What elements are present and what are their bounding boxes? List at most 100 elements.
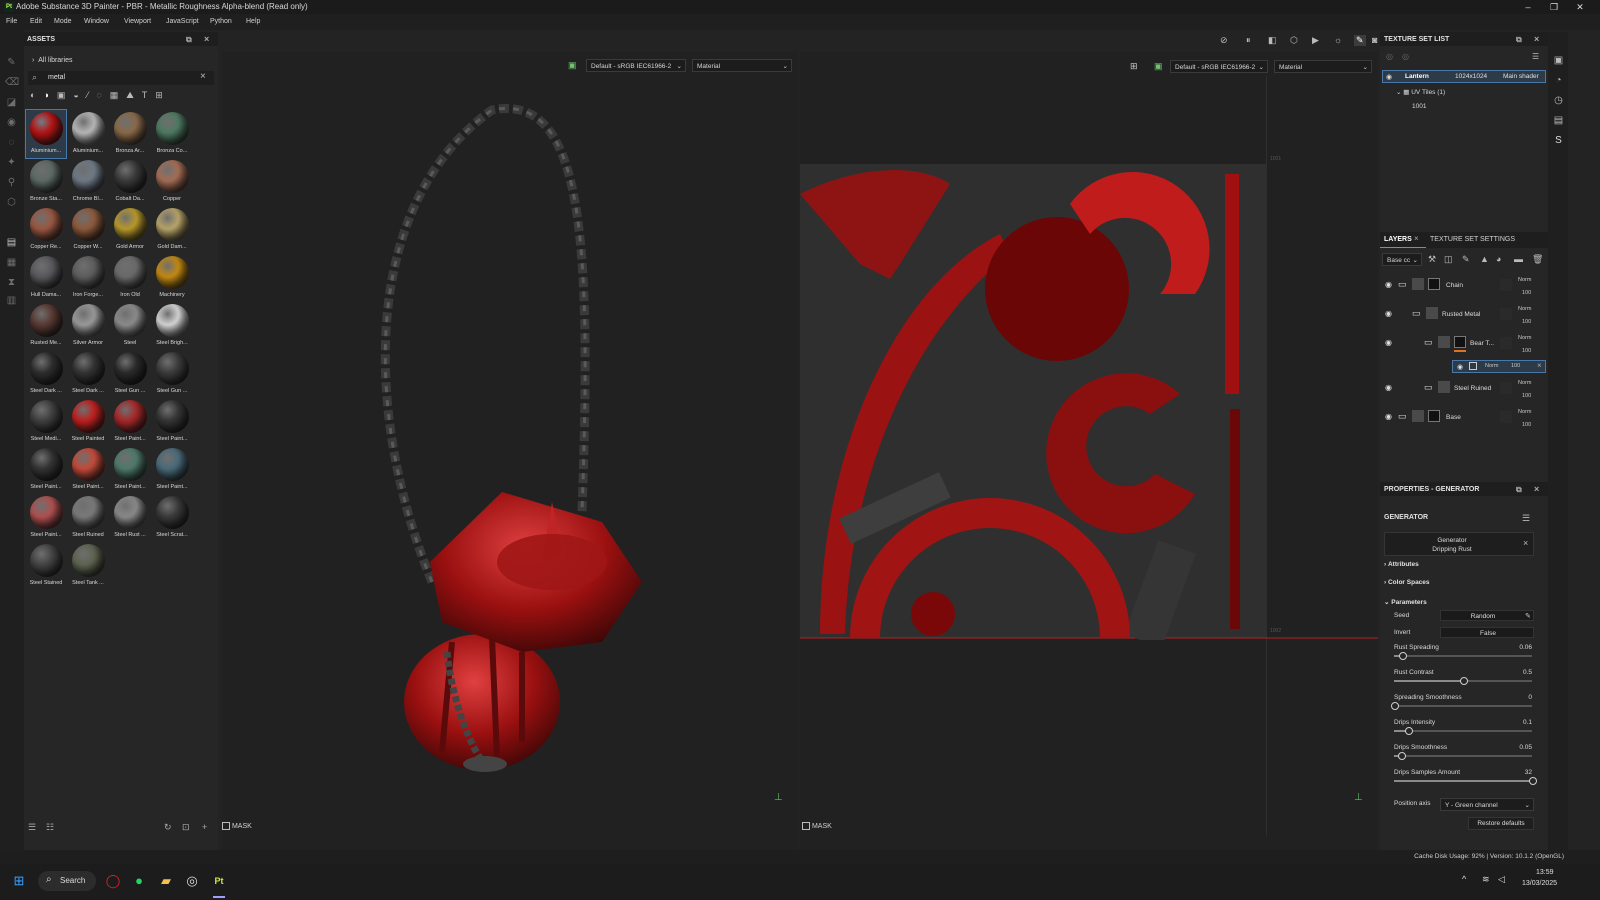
history-icon[interactable]: ◷ (1552, 94, 1565, 107)
clock-date[interactable]: 13/03/2025 (1522, 880, 1557, 887)
spotify-icon[interactable]: ● (128, 870, 150, 892)
material-thumbnail[interactable]: Steel Brigh... (152, 302, 192, 350)
cube-view-icon[interactable]: ⬡ (1290, 35, 1298, 46)
layer-opacity[interactable]: 100 (1522, 348, 1531, 354)
filter-particles-icon[interactable]: ◌ (96, 90, 109, 100)
eye-icon[interactable]: ◉ (1385, 383, 1392, 392)
webcam-icon[interactable]: ◎ (181, 870, 203, 892)
eye-icon[interactable]: ◉ (1386, 73, 1392, 81)
search-input[interactable]: metal (48, 74, 65, 81)
texture-set-icon[interactable]: ▣ (1552, 54, 1565, 67)
slider-value[interactable]: 0.06 (1519, 644, 1532, 651)
lighting-icon[interactable]: ☼ (1334, 35, 1342, 45)
paint-brush-icon[interactable]: ✎ (5, 56, 18, 69)
polygon-fill-icon[interactable]: ⬡ (5, 196, 18, 209)
material-thumbnail[interactable]: Bronza Ar... (110, 110, 150, 158)
detail-view-icon[interactable]: ☷ (46, 822, 54, 833)
slider-value[interactable]: 0 (1528, 694, 1532, 701)
menu-icon[interactable]: ☰ (1532, 52, 1539, 61)
layer-row[interactable]: ◉ ▭ Rusted Metal Norm 100 (1382, 301, 1548, 329)
texture-set-row[interactable]: ◉ Lantern 1024x1024 Main shader (1382, 70, 1546, 83)
display-settings-icon[interactable]: ▣ (1154, 61, 1163, 72)
blend-mode[interactable]: Norm (1518, 380, 1531, 386)
paint-mode-icon[interactable]: ✎ (1354, 35, 1366, 46)
slider-handle[interactable] (1460, 677, 1468, 685)
close-panel-icon[interactable]: × (204, 34, 209, 44)
group-attributes[interactable]: › Attributes (1384, 561, 1419, 568)
colorspace-dropdown-2d[interactable]: Default - sRGB IEC61966-2 ⌄ (1170, 60, 1268, 73)
material-thumbnail[interactable]: Silver Armor (68, 302, 108, 350)
menu-viewport[interactable]: Viewport (124, 18, 151, 25)
seed-button[interactable]: Random ✎ (1440, 610, 1534, 621)
visibility-icon[interactable]: ◎ (1386, 52, 1393, 61)
close-panel-icon[interactable]: × (1534, 484, 1539, 494)
material-thumbnail[interactable]: Gold Armor (110, 206, 150, 254)
shelf-icon[interactable]: ▦ (5, 256, 18, 269)
undock-icon[interactable]: ⧉ (1516, 35, 1522, 45)
viewport-2d[interactable]: ⊞ ▣ Default - sRGB IEC61966-2 ⌄ Material ⌄… (800, 52, 1378, 850)
file-explorer-icon[interactable]: ▰ (155, 870, 177, 892)
layer-row[interactable]: ◉ ▭ Chain Norm 100 (1382, 272, 1548, 300)
material-thumbnail[interactable]: Steel Rust ... (110, 494, 150, 542)
hide-ui-icon[interactable]: ⊘ (1220, 35, 1228, 46)
uv-tile-item[interactable]: 1001 (1412, 103, 1426, 110)
camera-icon[interactable]: ▶ (1312, 35, 1319, 46)
material-thumbnail[interactable]: Steel Dark ... (26, 350, 66, 398)
substance-s-icon[interactable]: S (1552, 134, 1565, 147)
texture-set-shader[interactable]: Main shader (1503, 73, 1539, 80)
slider-handle[interactable] (1399, 652, 1408, 660)
viewport-3d[interactable]: ▣ Default - sRGB IEC61966-2 ⌄ Material ⌄ ⊥… (222, 52, 798, 850)
import-icon[interactable]: ⊡ (182, 822, 190, 833)
assets-panel-icon[interactable]: ▤ (5, 236, 18, 249)
material-thumbnail[interactable]: Steel Dark ... (68, 350, 108, 398)
material-picker-icon[interactable]: ⚲ (5, 176, 18, 189)
material-thumbnail[interactable]: Steel Stained (26, 542, 66, 590)
blend-mode[interactable]: Norm (1518, 409, 1531, 415)
wifi-icon[interactable]: ≋ (1482, 874, 1490, 885)
eye-icon[interactable]: ◉ (1385, 412, 1392, 421)
layer-opacity[interactable]: 100 (1522, 393, 1531, 399)
display-settings-icon[interactable]: ◔ (1552, 74, 1565, 87)
smudge-icon[interactable]: ◌ (5, 136, 18, 149)
menu-javascript[interactable]: JavaScript (166, 18, 199, 25)
material-thumbnail[interactable]: Steel Paint... (110, 446, 150, 494)
menu-edit[interactable]: Edit (30, 18, 42, 25)
slider-value[interactable]: 32 (1525, 769, 1532, 776)
material-thumbnail[interactable]: Steel Ruined (68, 494, 108, 542)
filter-materials-icon[interactable]: ◐ (30, 90, 43, 100)
slider-track[interactable] (1394, 652, 1532, 660)
split-view-icon[interactable]: ◧ (1268, 35, 1277, 46)
close-panel-icon[interactable]: × (1534, 34, 1539, 44)
material-thumbnail[interactable]: Bronza Co... (152, 110, 192, 158)
filter-environments-icon[interactable]: ⛰ (126, 90, 142, 100)
uv-display-icon[interactable]: ⊞ (1130, 61, 1138, 72)
undock-icon[interactable]: ⧉ (186, 35, 192, 45)
mask-toggle-3d[interactable]: MASK (222, 822, 252, 830)
slider-track[interactable] (1394, 727, 1532, 735)
slider-handle[interactable] (1404, 727, 1413, 735)
clock-time[interactable]: 13:59 (1536, 869, 1554, 876)
clear-search-icon[interactable]: × (200, 71, 206, 82)
material-thumbnail[interactable]: Chrome Bl... (68, 158, 108, 206)
maximize-button[interactable]: ❐ (1542, 1, 1566, 13)
material-thumbnail[interactable]: Steel Gun ... (110, 350, 150, 398)
add-mask-icon[interactable]: ◫ (1444, 254, 1453, 265)
generator-picker[interactable]: Generator Dripping Rust × (1384, 532, 1534, 556)
material-thumbnail[interactable]: Steel Painted (68, 398, 108, 446)
material-thumbnail[interactable]: Steel Scrat... (152, 494, 192, 542)
library-selector[interactable]: › All libraries (32, 57, 72, 64)
screenshot-icon[interactable]: ◙ (1372, 35, 1377, 45)
effect-blend[interactable]: Norm (1485, 363, 1498, 369)
material-thumbnail[interactable]: Steel (110, 302, 150, 350)
slider-value[interactable]: 0.05 (1519, 744, 1532, 751)
menu-icon[interactable]: ☰ (1522, 513, 1530, 524)
position-axis-dropdown[interactable]: Y - Green channel ⌄ (1440, 798, 1534, 811)
invert-toggle[interactable]: False (1440, 627, 1534, 638)
material-thumbnail[interactable]: Bronze Sta... (26, 158, 66, 206)
material-thumbnail[interactable]: Steel Paint... (152, 398, 192, 446)
material-thumbnail[interactable]: Steel Paint... (152, 446, 192, 494)
material-thumbnail[interactable]: Gold Dam... (152, 206, 192, 254)
close-tab-icon[interactable]: × (1414, 234, 1419, 243)
generator-effect-row[interactable]: ◉ Norm 100 × (1452, 360, 1546, 373)
uv-tiles-row[interactable]: ⌄ ▦ UV Tiles (1) (1396, 88, 1445, 96)
